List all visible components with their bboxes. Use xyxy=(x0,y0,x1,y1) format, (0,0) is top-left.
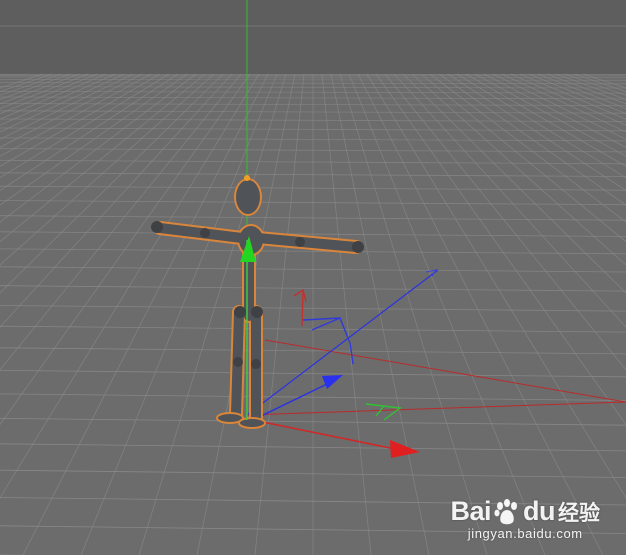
baidu-jingyan-watermark: Bai du 经验 jingyan.baidu.com xyxy=(450,496,600,541)
mannequin-head[interactable] xyxy=(236,180,260,214)
paw-icon xyxy=(494,498,517,524)
head-pivot-dot xyxy=(244,175,250,181)
watermark-site: jingyan.baidu.com xyxy=(467,526,583,541)
watermark-brand: Bai du 经验 xyxy=(450,496,600,527)
watermark-brand-cn: 经验 xyxy=(558,500,600,525)
watermark-brand-right: du xyxy=(523,496,556,526)
3d-viewport[interactable]: Bai du 经验 jingyan.baidu.com xyxy=(0,0,626,555)
viewport-scene[interactable] xyxy=(0,0,626,555)
watermark-brand-left: Bai xyxy=(450,496,491,526)
